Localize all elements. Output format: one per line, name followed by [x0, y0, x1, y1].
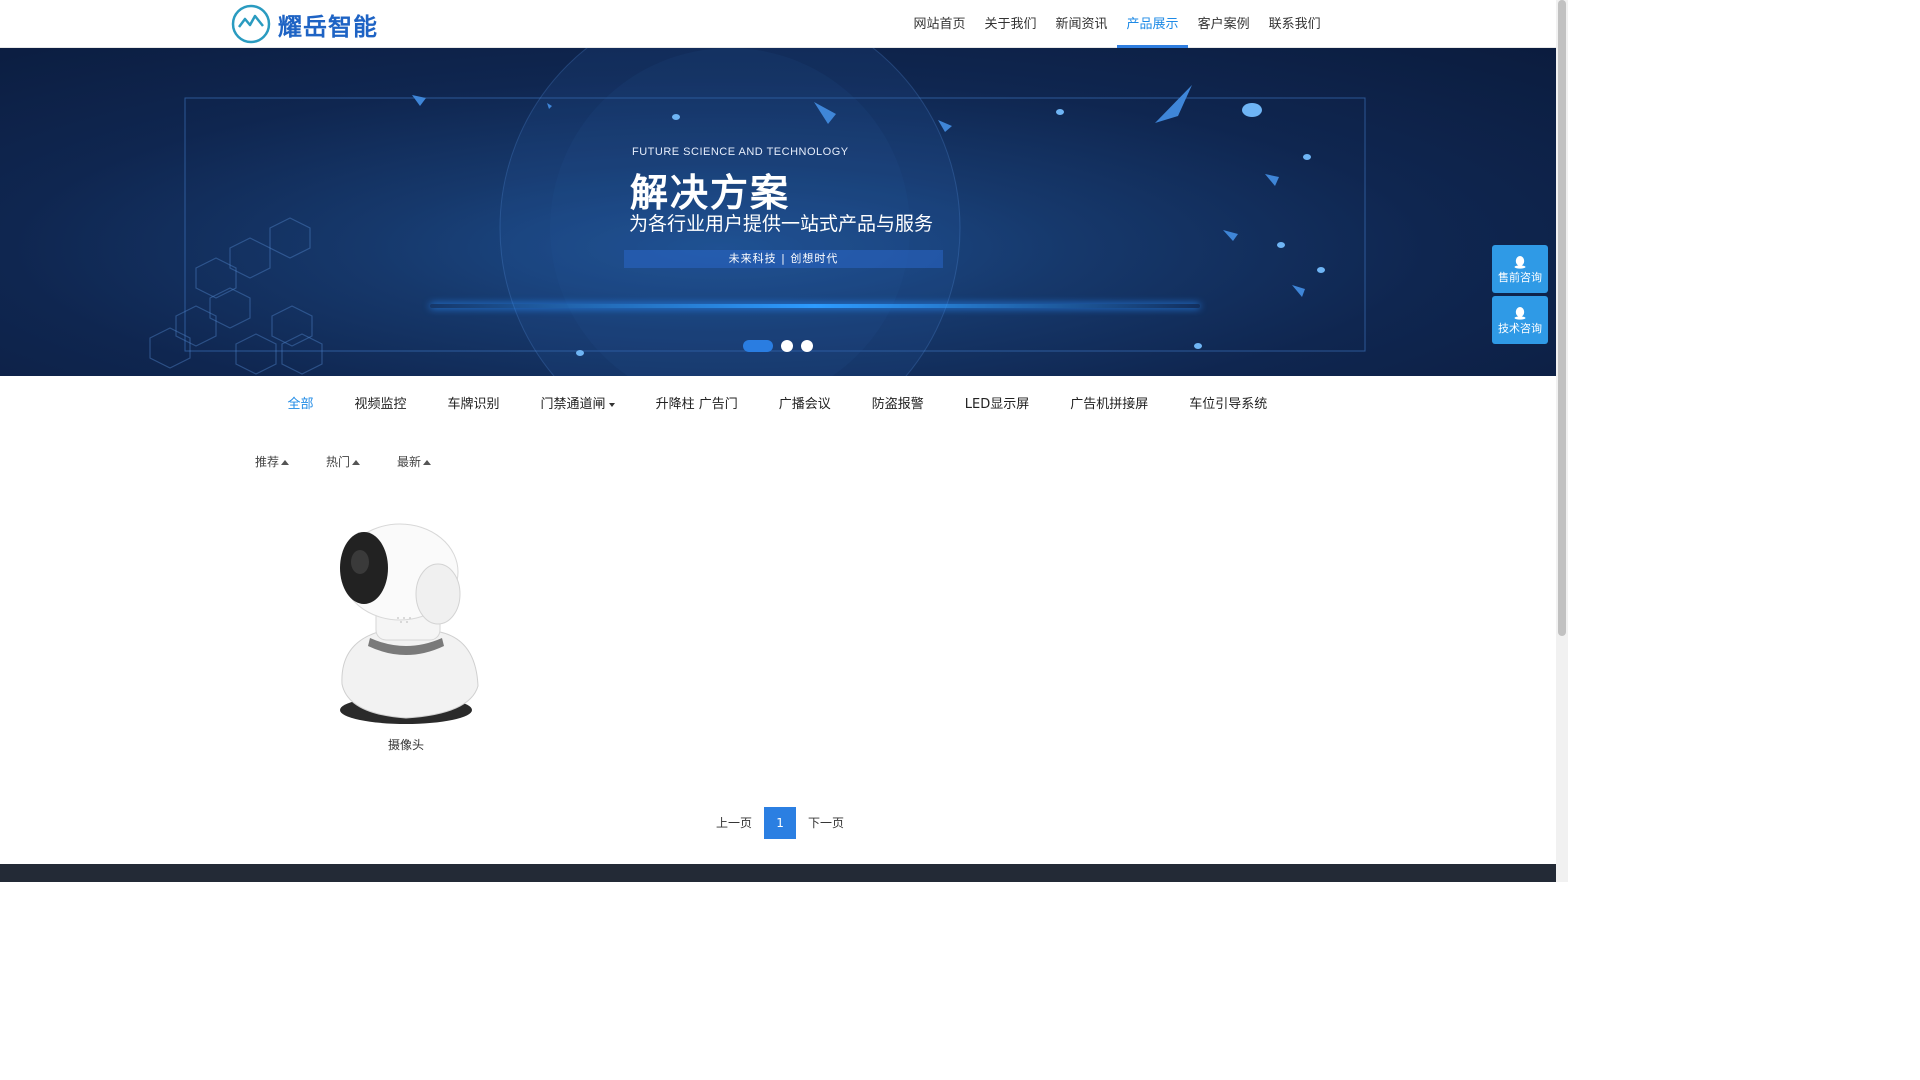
camera-image	[340, 523, 479, 724]
banner-tagline: 未来科技 | 创想时代	[624, 250, 943, 268]
category-all[interactable]: 全部	[267, 393, 334, 417]
sort-options: 推荐 热门 最新	[255, 453, 468, 471]
nav-item-contact[interactable]: 联系我们	[1259, 0, 1330, 48]
qq-icon	[1514, 307, 1526, 320]
main-nav: 网站首页 关于我们 新闻资讯 产品展示 客户案例 联系我们	[904, 0, 1330, 48]
site-footer	[0, 864, 1556, 882]
pagination: 上一页 1 下一页	[708, 807, 852, 839]
nav-item-news[interactable]: 新闻资讯	[1046, 0, 1117, 48]
logo-text: 耀岳智能	[278, 12, 378, 41]
nav-item-cases[interactable]: 客户案例	[1188, 0, 1259, 48]
category-tabs: 全部 视频监控 车牌识别 门禁通道闸 升降柱 广告门 广播会议 防盗报警 LED…	[267, 393, 1288, 417]
sort-recommended[interactable]: 推荐	[255, 453, 290, 471]
carousel-indicators	[743, 340, 813, 352]
category-video-surveillance[interactable]: 视频监控	[334, 393, 427, 417]
mountain-circle-logo-icon	[231, 4, 271, 44]
carousel-dot-1[interactable]	[743, 340, 773, 352]
qq-icon	[1514, 256, 1526, 269]
sort-newest[interactable]: 最新	[397, 453, 432, 471]
site-header: 耀岳智能 网站首页 关于我们 新闻资讯 产品展示 客户案例 联系我们	[0, 0, 1556, 48]
category-access-gate-label: 门禁通道闸	[540, 397, 606, 412]
sort-popular[interactable]: 热门	[326, 453, 361, 471]
product-card[interactable]: 摄像头	[320, 514, 492, 753]
caret-up-icon	[352, 460, 361, 465]
sort-popular-label: 热门	[326, 455, 351, 469]
category-led-display[interactable]: LED显示屏	[944, 393, 1049, 417]
caret-up-icon	[281, 460, 290, 465]
sort-newest-label: 最新	[397, 455, 422, 469]
nav-item-products[interactable]: 产品展示	[1117, 0, 1189, 48]
scrollbar-thumb[interactable]	[1558, 0, 1566, 636]
page-scrollbar[interactable]	[1556, 0, 1568, 882]
prev-page-link[interactable]: 上一页	[708, 807, 760, 839]
presale-consult-button[interactable]: 售前咨询	[1492, 245, 1548, 293]
hero-banner[interactable]: FUTURE SCIENCE AND TECHNOLOGY 解决方案 为各行业用…	[0, 48, 1556, 376]
category-access-gate[interactable]: 门禁通道闸	[520, 393, 635, 417]
banner-eyebrow: FUTURE SCIENCE AND TECHNOLOGY	[632, 146, 849, 158]
next-page-link[interactable]: 下一页	[800, 807, 852, 839]
category-broadcast-conference[interactable]: 广播会议	[758, 393, 851, 417]
nav-item-about[interactable]: 关于我们	[975, 0, 1046, 48]
caret-up-icon	[423, 460, 432, 465]
page-1-button[interactable]: 1	[764, 807, 797, 839]
sort-recommended-label: 推荐	[255, 455, 280, 469]
product-name: 摄像头	[387, 738, 424, 752]
banner-subtitle: 为各行业用户提供一站式产品与服务	[629, 213, 934, 235]
site-logo[interactable]: 耀岳智能	[231, 4, 378, 44]
category-ad-splicing-screen[interactable]: 广告机拼接屏	[1050, 393, 1169, 417]
presale-consult-label: 售前咨询	[1498, 271, 1542, 284]
tech-consult-button[interactable]: 技术咨询	[1492, 296, 1548, 344]
category-parking-guidance[interactable]: 车位引导系统	[1169, 393, 1288, 417]
banner-glow-line	[430, 304, 1200, 308]
category-bollard-ad-door[interactable]: 升降柱 广告门	[635, 393, 758, 417]
category-plate-recognition[interactable]: 车牌识别	[427, 393, 520, 417]
carousel-dot-2[interactable]	[781, 340, 793, 352]
category-burglar-alarm[interactable]: 防盗报警	[851, 393, 944, 417]
caret-down-icon	[608, 402, 615, 407]
nav-item-home[interactable]: 网站首页	[904, 0, 975, 48]
carousel-dot-3[interactable]	[801, 340, 813, 352]
tech-consult-label: 技术咨询	[1498, 322, 1542, 335]
